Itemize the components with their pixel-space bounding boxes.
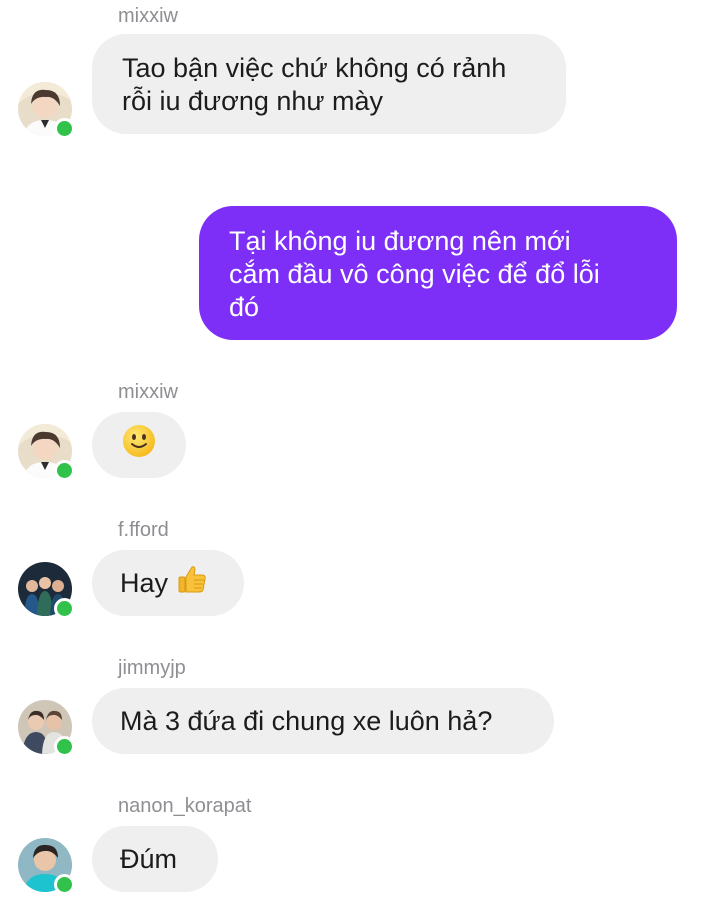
online-indicator [54, 118, 75, 139]
avatar[interactable] [18, 700, 75, 757]
message-text-line: đó [229, 292, 260, 322]
message-bubble[interactable]: Mà 3 đứa đi chung xe luôn hả? [92, 688, 554, 754]
online-indicator [54, 736, 75, 757]
sender-name: f.fford [118, 519, 169, 541]
online-indicator [54, 598, 75, 619]
sender-name: jimmyjp [118, 657, 186, 679]
message-text-line: Tại không iu đương nên mới [229, 226, 571, 256]
sender-name: nanon_korapat [118, 795, 252, 817]
message-text: Đúm [120, 843, 178, 874]
message-text: Hay [120, 567, 169, 598]
outgoing-message-bubble[interactable]: Tại không iu đương nên mới cắm đầu vô cô… [199, 206, 677, 340]
message-bubble[interactable]: Hay [92, 550, 244, 616]
avatar[interactable] [18, 424, 75, 481]
thumbs-up-icon [176, 563, 208, 603]
message-text-line: rỗi iu đương như mày [122, 86, 383, 116]
online-indicator [54, 874, 75, 895]
message-bubble[interactable]: Tao bận việc chứ không có rảnh rỗi iu đư… [92, 34, 566, 134]
avatar[interactable] [18, 562, 75, 619]
message-bubble[interactable] [92, 412, 186, 478]
slightly-smiling-face-icon [122, 424, 156, 466]
message-text-line: cắm đầu vô công việc để đổ lỗi [229, 259, 600, 289]
avatar[interactable] [18, 82, 75, 139]
online-indicator [54, 460, 75, 481]
avatar[interactable] [18, 838, 75, 895]
message-text-line: Tao bận việc chứ không có rảnh [122, 53, 507, 83]
message-bubble[interactable]: Đúm [92, 826, 218, 892]
sender-name: mixxiw [118, 381, 178, 403]
sender-name: mixxiw [118, 5, 178, 27]
message-text: Mà 3 đứa đi chung xe luôn hả? [120, 705, 493, 736]
